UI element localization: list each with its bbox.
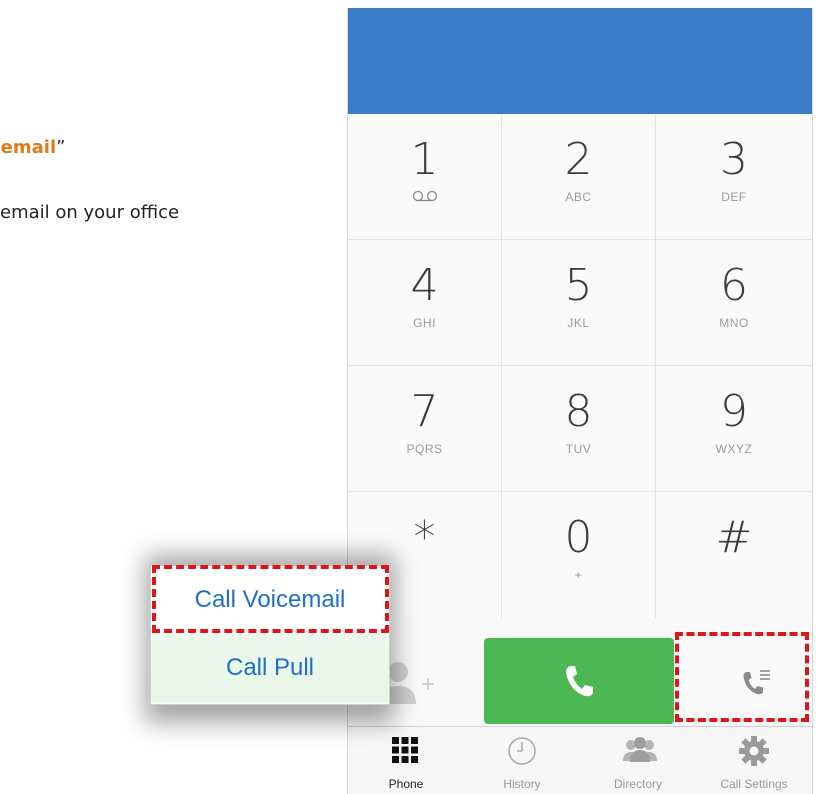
key-letters: GHI [413,316,436,330]
doc-line-1: cemail” [0,137,65,158]
doc-quote: ” [56,137,66,158]
key-digit: 5 [564,260,593,311]
key-digit: 7 [410,386,439,437]
key-digit: 8 [564,386,593,437]
key-letters: JKL [567,316,590,330]
tab-phone[interactable]: Phone [348,727,464,794]
key-letters: TUV [565,442,592,456]
key-2[interactable]: 2 ABC [502,114,656,240]
key-5[interactable]: 5 JKL [502,240,656,366]
key-letters: + [574,568,583,582]
number-display-bar [348,8,812,114]
bottom-tab-bar: Phone History Directory Call Settings [348,726,812,794]
key-letters: MNO [719,316,749,330]
key-letters: PQRS [406,442,443,456]
tab-call-settings[interactable]: Call Settings [696,727,812,794]
key-digit: 9 [720,386,748,437]
dial-keypad: 1 2 ABC 3 DEF 4 GHI 5 JKL 6 MNO 7 PQRS 8… [348,114,812,618]
highlight-call-voicemail [152,565,389,633]
key-letters: WXYZ [715,442,753,456]
tab-label: Phone [388,777,424,791]
keypad-grid-icon [392,737,418,763]
voicemail-icon [412,190,437,202]
call-button[interactable] [484,638,674,724]
people-icon [623,737,657,762]
key-8[interactable]: 8 TUV [502,366,656,492]
key-digit: 4 [410,260,439,311]
call-pull-option[interactable]: Call Pull [151,634,389,702]
key-letters: ABC [565,190,592,204]
key-digit: # [715,512,753,563]
key-letters: DEF [721,190,747,204]
key-1[interactable]: 1 [348,114,502,240]
key-7[interactable]: 7 PQRS [348,366,502,492]
tab-label: History [503,777,541,791]
phone-handset-icon [566,666,593,697]
key-6[interactable]: 6 MNO [656,240,812,366]
clock-icon [508,737,536,765]
gear-icon [739,736,769,766]
tab-directory[interactable]: Directory [580,727,696,794]
key-4[interactable]: 4 GHI [348,240,502,366]
key-digit: * [413,512,436,563]
tab-label: Directory [613,777,662,791]
key-9[interactable]: 9 WXYZ [656,366,812,492]
key-0[interactable]: 0 + [502,492,656,618]
tab-label: Call Settings [720,777,788,791]
key-digit: 2 [564,134,593,185]
key-digit: 6 [720,260,748,311]
key-digit: 1 [410,134,439,185]
key-digit: 0 [564,512,593,563]
doc-highlight: cemail [0,137,57,158]
key-hash[interactable]: # [656,492,812,618]
key-3[interactable]: 3 DEF [656,114,812,240]
highlight-call-options [675,632,809,722]
tab-history[interactable]: History [464,727,580,794]
doc-line-2: email on your office [0,202,180,223]
key-digit: 3 [720,134,748,185]
